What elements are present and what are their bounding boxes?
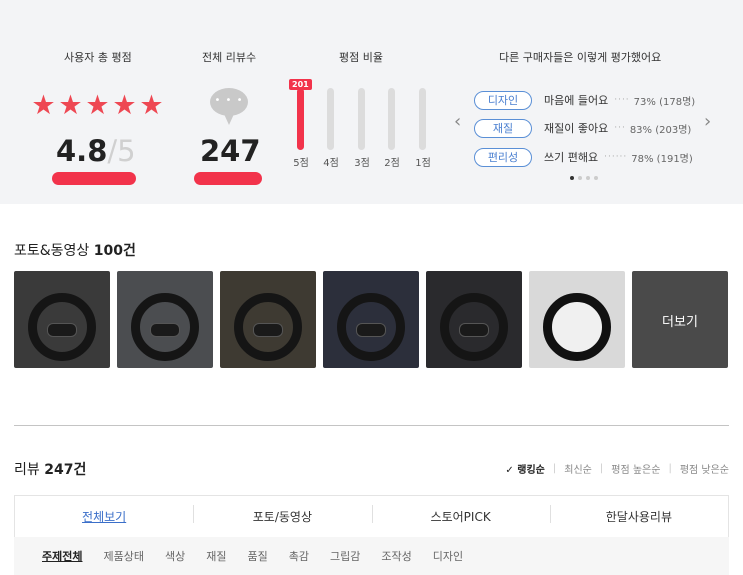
pager-dot[interactable] [594,176,598,180]
others-eval-title: 다른 구매자들은 이렇게 평가했어요 [499,51,662,64]
more-label[interactable]: 더보기 [632,311,728,330]
bar-label: 3점 [354,158,370,169]
sort-latest[interactable]: 최신순 [564,461,592,476]
photo-thumbnail[interactable] [529,271,625,368]
sort-options: ✓ 랭킹순 | 최신순 | 평점 높은순 | 평점 낮은순 [505,461,729,476]
bar-label: 4점 [323,158,339,169]
bar-label: 5점 [293,158,309,169]
eval-text: 마음에 들어요 [544,94,609,107]
topic-quality[interactable]: 품질 [247,548,267,564]
bar-label: 1점 [415,158,431,169]
star-rating: ★ ★ ★ ★ ★ [30,92,165,120]
pager-dot[interactable] [586,176,590,180]
bar-count-badge: 201 [289,79,312,90]
bar-fill [297,88,304,150]
topic-control[interactable]: 조작성 [381,548,411,564]
average-score: 4.8/5 [56,134,136,168]
eval-row: 디자인 마음에 들어요 ···· 73% (178명) [474,90,695,110]
star-icon: ★ [31,90,56,121]
chevron-right-icon[interactable]: › [704,112,711,132]
eval-row: 편리성 쓰기 편해요 ······ 78% (191명) [474,147,693,167]
tab-month-review[interactable]: 한달사용리뷰 [549,505,728,525]
photo-thumbnail[interactable] [117,271,213,368]
pager-dot[interactable] [570,176,574,180]
photo-gallery: 더보기 [14,271,728,368]
topic-condition[interactable]: 제품상태 [103,548,143,564]
eval-text: 재질이 좋아요 [544,122,609,135]
review-count: 247 [200,134,261,168]
photo-more-button[interactable]: 더보기 [632,271,728,368]
star-icon: ★ [139,90,164,121]
count-highlight [194,172,262,185]
sort-low-score[interactable]: 평점 낮은순 [680,461,729,476]
star-icon: ★ [85,90,110,121]
rating-ratio-title: 평점 비율 [339,51,383,64]
topic-touch[interactable]: 촉감 [289,548,309,564]
rating-title: 사용자 총 평점 [64,51,132,64]
speech-bubble-icon: • • • [210,88,248,125]
rating-summary: 사용자 총 평점 전체 리뷰수 평점 비율 다른 구매자들은 이렇게 평가했어요… [0,0,743,204]
star-icon: ★ [58,90,83,121]
section-divider [14,425,729,426]
chevron-left-icon[interactable]: ‹ [454,112,461,132]
topic-grip[interactable]: 그립감 [330,548,360,564]
score-value: 4.8 [56,134,108,168]
rating-bars: 201 5점 4점 3점 2점 1점 [286,79,436,175]
tab-all[interactable]: 전체보기 [15,508,193,525]
eval-row: 재질 재질이 좋아요 ··· 83% (203명) [474,118,691,138]
star-icon: ★ [112,90,137,121]
review-tabs: 전체보기 포토/동영상 스토어PICK 한달사용리뷰 [14,495,729,537]
eval-text: 쓰기 편해요 [544,151,599,164]
review-count-title: 전체 리뷰수 [202,51,257,64]
eval-tag: 재질 [474,118,532,138]
eval-tag: 디자인 [474,90,532,110]
tab-store-pick[interactable]: 스토어PICK [371,505,550,525]
eval-tag: 편리성 [474,147,532,167]
score-highlight [52,172,136,185]
topic-all[interactable]: 주제전체 [42,548,82,564]
bar-label: 2점 [384,158,400,169]
topic-material[interactable]: 재질 [206,548,226,564]
photo-thumbnail[interactable] [14,271,110,368]
photo-section-title: 포토&동영상 100건 [14,243,136,259]
eval-percent: 83% (203명) [629,124,692,136]
eval-percent: 78% (191명) [631,153,693,165]
review-section-title: 리뷰 247건 [14,462,87,478]
pager-dot[interactable] [578,176,582,180]
sort-ranking[interactable]: ✓ 랭킹순 [505,461,544,476]
topic-filters: 주제전체 제품상태 색상 재질 품질 촉감 그립감 조작성 디자인 [14,537,729,575]
photo-thumbnail[interactable] [220,271,316,368]
carousel-pager[interactable] [570,176,598,180]
photo-thumbnail[interactable] [426,271,522,368]
topic-color[interactable]: 색상 [165,548,185,564]
tab-photo-video[interactable]: 포토/동영상 [193,505,371,525]
score-max: /5 [107,134,136,168]
topic-design[interactable]: 디자인 [433,548,463,564]
sort-high-score[interactable]: 평점 높은순 [611,461,660,476]
photo-thumbnail[interactable] [323,271,419,368]
eval-percent: 73% (178명) [633,96,696,108]
